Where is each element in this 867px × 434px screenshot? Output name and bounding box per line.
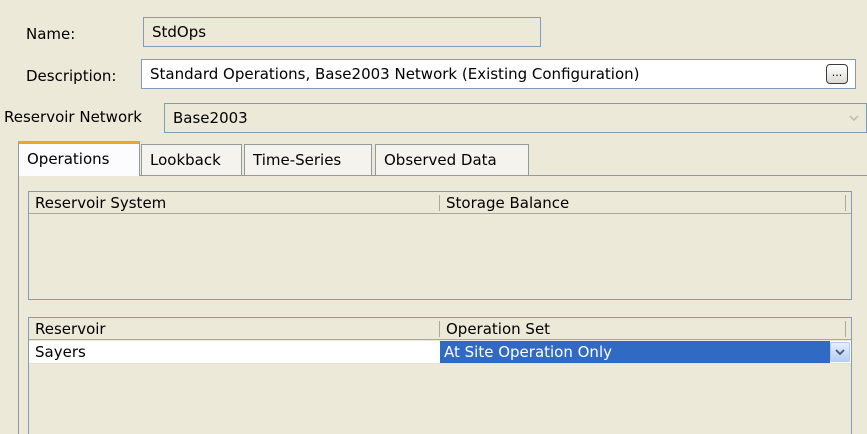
table-header: Reservoir Operation Set — [29, 318, 851, 340]
column-header-reservoir-system[interactable]: Reservoir System — [29, 192, 439, 214]
operation-set-cell[interactable]: At Site Operation Only — [440, 341, 830, 363]
chevron-down-icon — [835, 348, 845, 355]
reservoir-operation-table: Reservoir Operation Set Sayers At Site O… — [28, 317, 852, 434]
tab-lookback[interactable]: Lookback — [141, 144, 242, 175]
chevron-down-icon — [849, 114, 859, 121]
tab-time-series[interactable]: Time-Series — [244, 144, 372, 175]
operation-set-dropdown-button[interactable] — [830, 342, 850, 362]
network-dropdown-button[interactable] — [843, 105, 865, 131]
table-header: Reservoir System Storage Balance — [29, 192, 851, 214]
description-browse-button[interactable]: ... — [826, 64, 848, 84]
reservoir-cell[interactable]: Sayers — [29, 341, 439, 363]
column-header-operation-set[interactable]: Operation Set — [440, 318, 845, 340]
tab-observed-data[interactable]: Observed Data — [375, 144, 529, 175]
description-field[interactable]: Standard Operations, Base2003 Network (E… — [141, 59, 856, 89]
column-header-reservoir[interactable]: Reservoir — [29, 318, 439, 340]
column-divider[interactable] — [845, 321, 846, 337]
network-label: Reservoir Network — [4, 108, 142, 126]
table-row[interactable]: Sayers At Site Operation Only — [29, 341, 851, 364]
network-combobox[interactable]: Base2003 — [164, 103, 867, 133]
tab-operations[interactable]: Operations — [18, 141, 140, 176]
description-label: Description: — [26, 67, 117, 85]
column-divider[interactable] — [845, 195, 846, 211]
name-field[interactable]: StdOps — [143, 17, 541, 47]
ellipsis-icon: ... — [831, 66, 843, 79]
reservoir-system-table: Reservoir System Storage Balance — [28, 191, 852, 300]
name-label: Name: — [26, 25, 76, 43]
column-header-storage-balance[interactable]: Storage Balance — [440, 192, 845, 214]
